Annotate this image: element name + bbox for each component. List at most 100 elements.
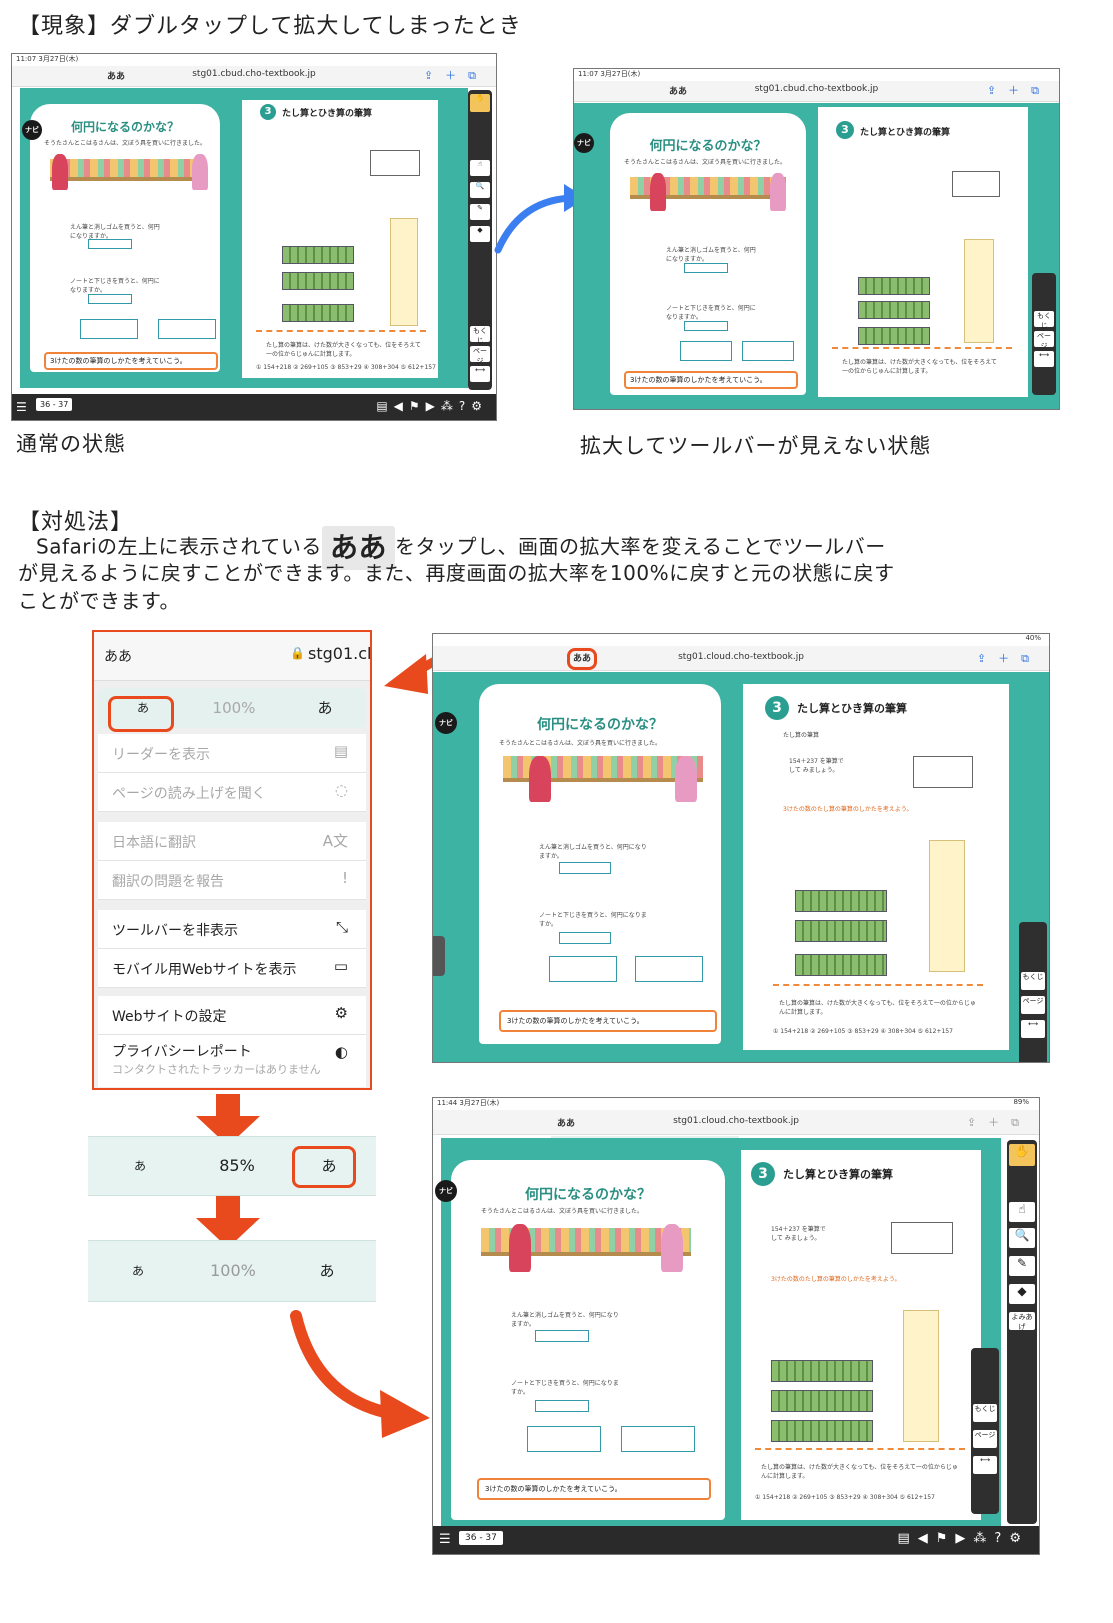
- right-toolbar: ✋ ☝ 🔍 ✎ ◆ よみあげ: [1007, 1140, 1037, 1524]
- pointer-tool[interactable]: ☝: [1009, 1202, 1035, 1222]
- section1-heading: 【現象】ダブルタップして拡大してしまったとき: [18, 14, 522, 39]
- menu-item-site-settings[interactable]: Webサイトの設定 ⚙: [98, 996, 366, 1035]
- pointer-tool[interactable]: ☝: [470, 160, 490, 176]
- zoom-in-button[interactable]: あ: [280, 688, 370, 728]
- answer-box[interactable]: [742, 341, 794, 361]
- zoom-in-button[interactable]: あ: [278, 1241, 376, 1301]
- share-icon[interactable]: ⇪＋⧉: [967, 1114, 1031, 1130]
- kid-illustration: [529, 756, 551, 802]
- menu-item-translate[interactable]: 日本語に翻訳 A文: [98, 822, 366, 861]
- bottom-tool-icons[interactable]: ▤◀⚑▶⁂?⚙: [376, 399, 488, 413]
- mokuji-button[interactable]: もくじ: [973, 1404, 997, 1422]
- menu-item-listen[interactable]: ページの読み上げを聞く ◌: [98, 773, 366, 812]
- navi-button[interactable]: ナビ: [435, 712, 457, 734]
- answer-box[interactable]: [535, 1330, 589, 1342]
- aa-button[interactable]: ああ: [104, 646, 132, 666]
- zoom-out-button[interactable]: あ: [88, 1137, 192, 1195]
- search-icon[interactable]: 🔍: [1009, 1228, 1035, 1248]
- navi-button[interactable]: ナビ: [574, 133, 594, 153]
- answer-box[interactable]: [559, 862, 611, 874]
- bottom-tool-icons[interactable]: ▤◀⚑▶⁂?⚙: [898, 1531, 1030, 1546]
- zoom-level[interactable]: 100%: [188, 688, 280, 728]
- pen-tool[interactable]: ✎: [470, 204, 490, 220]
- page-range[interactable]: 36 - 37: [36, 398, 73, 411]
- zoom-level[interactable]: 100%: [188, 1241, 278, 1301]
- spread-button[interactable]: ⟷: [1034, 351, 1054, 367]
- page-button[interactable]: ページ: [973, 1430, 997, 1448]
- share-icon[interactable]: ⇪＋⧉: [987, 82, 1051, 98]
- zoom-level[interactable]: 85%: [192, 1137, 282, 1195]
- menu-item-reader[interactable]: リーダーを表示 ▤: [98, 734, 366, 773]
- page-range[interactable]: 36 - 37: [459, 1531, 503, 1545]
- answer-box[interactable]: [88, 294, 132, 304]
- answer-box[interactable]: [80, 319, 138, 339]
- page-button[interactable]: ページ: [470, 346, 490, 365]
- answer-box[interactable]: [535, 1400, 589, 1412]
- url-field[interactable]: stg01.clo: [308, 644, 370, 663]
- highlight-aa-button: [567, 648, 597, 670]
- question-2: ノートと下じきを買うと、何円になりますか。: [511, 1380, 619, 1396]
- aa-button[interactable]: ああ: [669, 84, 687, 97]
- shape-tool[interactable]: ◆: [1009, 1284, 1035, 1304]
- spread-button[interactable]: ⟷: [973, 1456, 997, 1474]
- answer-box[interactable]: [88, 239, 132, 249]
- answer-box[interactable]: [527, 1426, 601, 1452]
- share-icon[interactable]: ⇪＋⧉: [424, 67, 488, 83]
- hand-tool[interactable]: ✋: [1009, 1144, 1035, 1166]
- question-1: えん筆と消しゴムを買うと、何円になりますか。: [511, 1312, 619, 1328]
- menu-item-privacy-report[interactable]: プライバシーレポート コンタクトされたトラッカーはありません ◐: [98, 1035, 366, 1087]
- answer-box[interactable]: [684, 263, 728, 273]
- safari-address-bar: ああ stg01.cbud.cho-textbook.jp ⇪＋⧉: [12, 66, 496, 87]
- menu-icon[interactable]: ☰: [439, 1532, 451, 1547]
- side-tab[interactable]: [433, 936, 445, 976]
- mokuji-button[interactable]: もくじ: [1021, 972, 1045, 990]
- left-page-title: 何円になるのかな？: [537, 717, 663, 733]
- aa-button[interactable]: ああ: [557, 1116, 575, 1129]
- navi-button[interactable]: ナビ: [435, 1180, 457, 1202]
- answer-box[interactable]: [635, 956, 703, 982]
- answer-box[interactable]: [158, 319, 216, 339]
- menu-item-mobile-site[interactable]: モバイル用Webサイトを表示 ▭: [98, 949, 366, 988]
- answer-box[interactable]: [559, 932, 611, 944]
- page-button[interactable]: ページ: [1034, 331, 1054, 350]
- zoom-out-button[interactable]: あ: [88, 1241, 188, 1301]
- spread-button[interactable]: ⟷: [1021, 1020, 1045, 1038]
- kid-illustration: [675, 756, 697, 802]
- navi-button[interactable]: ナビ: [22, 120, 42, 140]
- url-field[interactable]: stg01.cloud.cho-textbook.jp: [673, 1116, 799, 1126]
- answer-box[interactable]: [680, 341, 732, 361]
- answer-box[interactable]: [684, 321, 728, 331]
- status-bar: 11:07 3月27日(木): [12, 54, 496, 66]
- menu-item-hide-toolbar[interactable]: ツールバーを非表示 ⤡: [98, 910, 366, 949]
- menu-item-label: リーダーを表示: [112, 747, 210, 763]
- search-icon[interactable]: 🔍: [470, 182, 490, 198]
- instruction-text: をタップし、画面の拡大率を変えることでツールバー: [394, 534, 886, 559]
- highlight-zoom-in: [292, 1146, 356, 1188]
- mokuji-button[interactable]: もくじ: [1034, 311, 1054, 330]
- menu-item-label: モバイル用Webサイトを表示: [112, 962, 297, 978]
- url-field[interactable]: stg01.cloud.cho-textbook.jp: [678, 652, 804, 662]
- page-button[interactable]: ページ: [1021, 996, 1045, 1014]
- yomiage-button[interactable]: よみあげ: [1009, 1312, 1035, 1331]
- menu-icon[interactable]: ☰: [16, 400, 27, 414]
- aa-button[interactable]: ああ: [107, 69, 125, 82]
- speech-icon: ◌: [334, 781, 348, 799]
- goal-box: 3けたの数の筆算のしかたを考えていこう。: [499, 1010, 717, 1032]
- answer-box[interactable]: [621, 1426, 695, 1452]
- pen-tool[interactable]: ✎: [1009, 1256, 1035, 1276]
- goal-box: 3けたの数の筆算のしかたを考えていこう。: [44, 352, 218, 370]
- mokuji-button[interactable]: もくじ: [470, 326, 490, 345]
- shape-tool[interactable]: ◆: [470, 226, 490, 242]
- url-field[interactable]: stg01.cbud.cho-textbook.jp: [755, 84, 879, 94]
- left-intro: そうたさんとこはるさんは、文ぼう具を買いに行きました。: [481, 1208, 644, 1215]
- answer-box[interactable]: [549, 956, 617, 982]
- menu-item-report-translation[interactable]: 翻訳の問題を報告!: [98, 861, 366, 900]
- share-icon[interactable]: ⇪＋⧉: [977, 650, 1041, 666]
- left-page: 何円になるのかな？ そうたさんとこはるさんは、文ぼう具を買いに行きました。 えん…: [451, 1160, 725, 1520]
- url-field[interactable]: stg01.cbud.cho-textbook.jp: [192, 69, 316, 79]
- section-number: 3: [260, 104, 276, 120]
- hand-tool[interactable]: ✋: [470, 94, 490, 112]
- spread-button[interactable]: ⟷: [470, 366, 490, 382]
- screenshot-restored: 11:44 3月27日(木) 89% ああ stg01.cloud.cho-te…: [432, 1097, 1040, 1555]
- section-number: 3: [836, 121, 854, 139]
